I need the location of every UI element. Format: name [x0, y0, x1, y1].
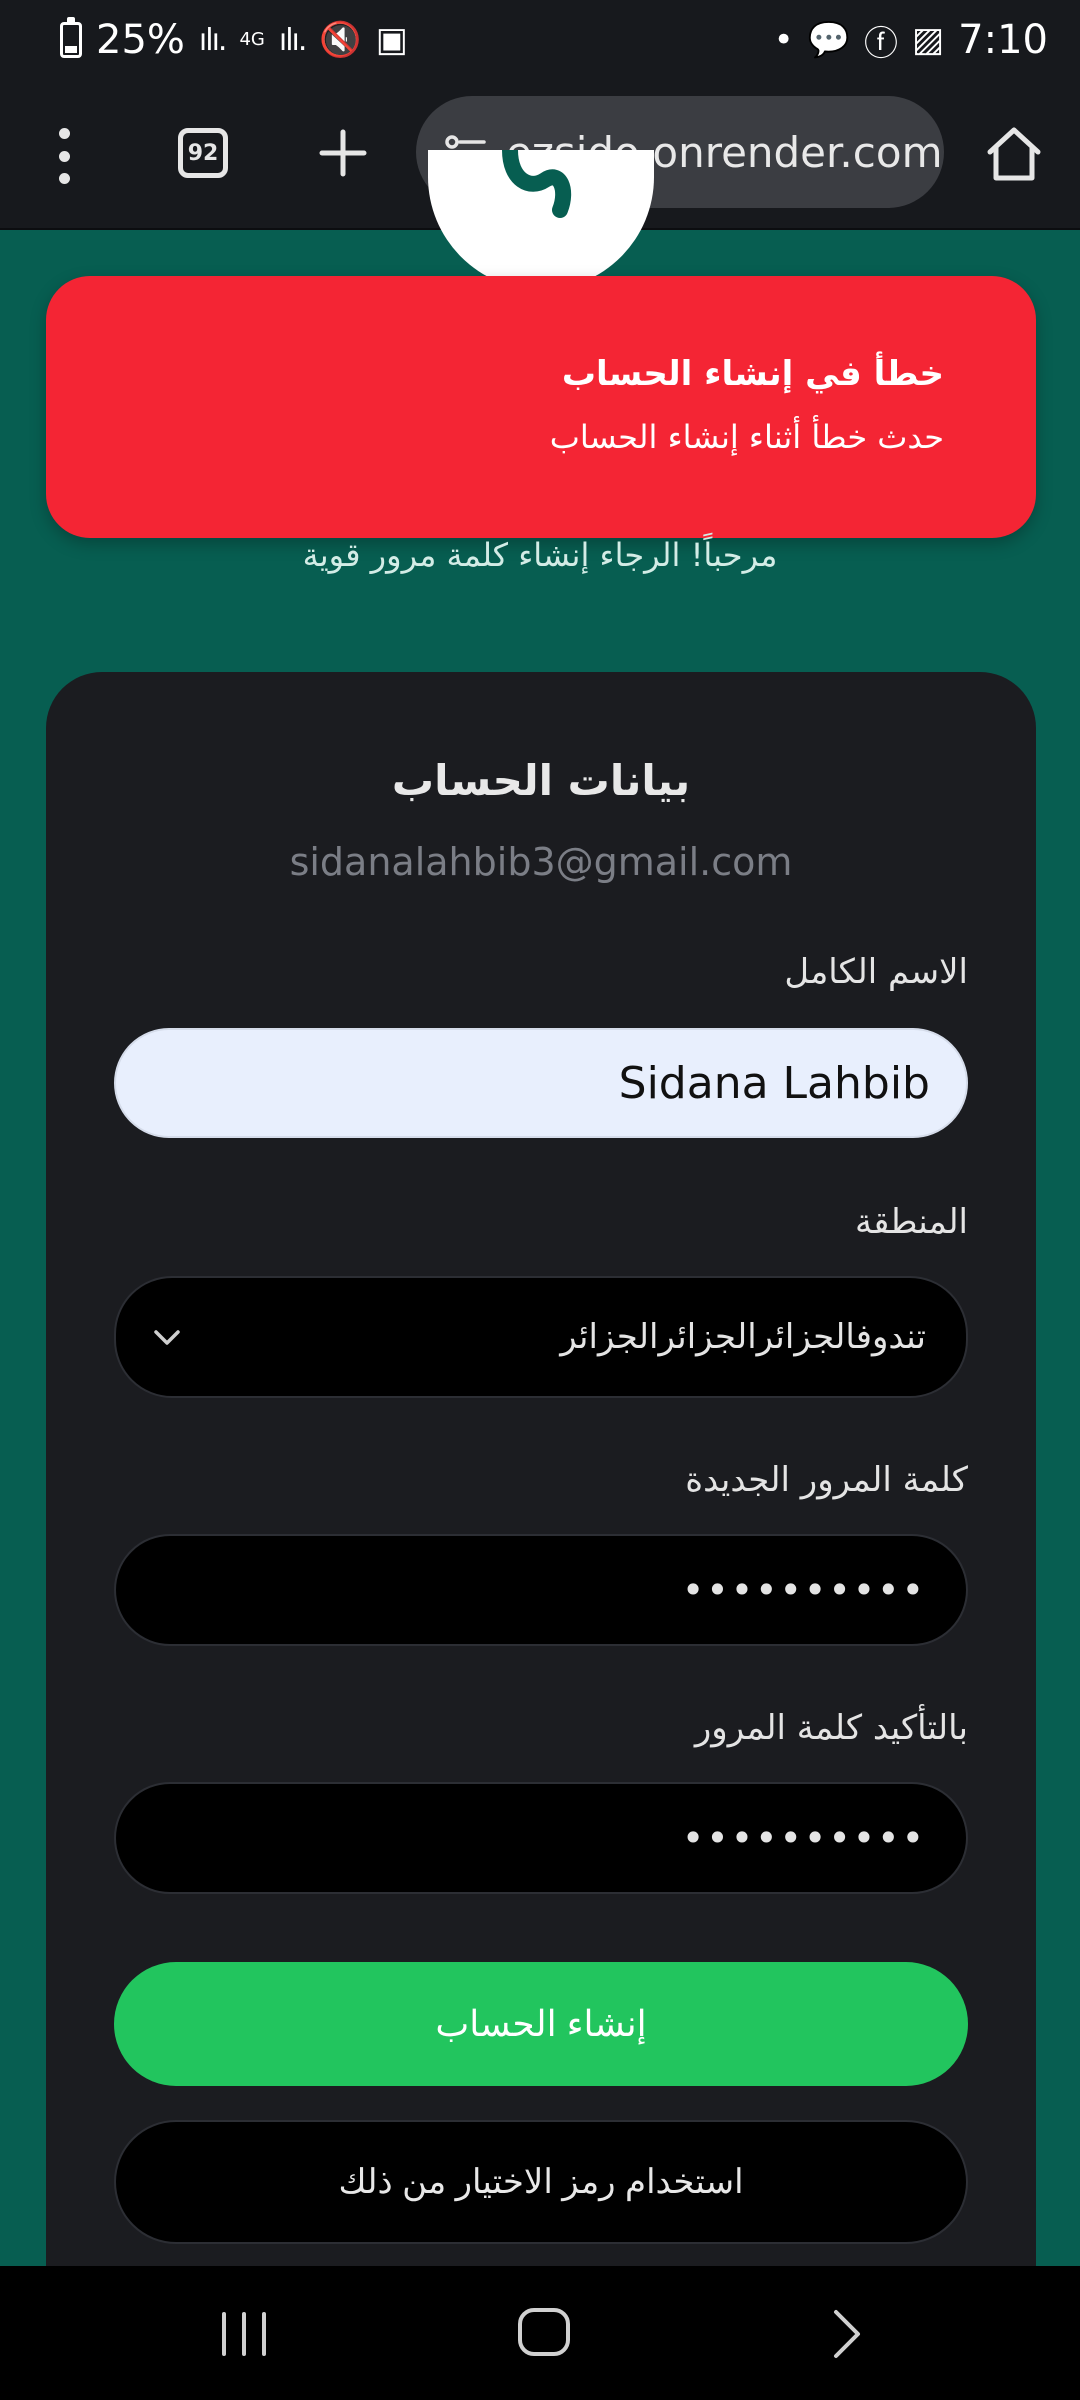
status-left: 25% ılı. 4G ılı. 🔇 ▣	[60, 17, 408, 63]
clock: 7:10	[958, 17, 1048, 63]
home-button-icon[interactable]	[514, 2302, 574, 2362]
region-value: تندوفالجزائرالجزائرالجزائر	[560, 1317, 926, 1357]
form-title: بيانات الحساب	[391, 756, 691, 805]
chevron-down-icon	[154, 1330, 180, 1345]
signal-icon: ılı.	[198, 22, 228, 58]
status-right: • 💬 ⓕ ▨ 7:10	[774, 16, 1048, 65]
signal-icon-2: ılı.	[278, 22, 308, 58]
account-email: sidanalahbib3@gmail.com	[289, 840, 793, 884]
new-tab-icon[interactable]	[318, 128, 368, 178]
logo-mark-icon	[502, 150, 572, 218]
network-type: 4G	[239, 29, 265, 50]
create-account-button[interactable]: إنشاء الحساب	[114, 1962, 968, 2086]
confirm-password-label: بالتأكيد كلمة المرور	[694, 1708, 968, 1748]
menu-icon[interactable]	[56, 128, 72, 184]
confirm-password-input[interactable]: ••••••••••	[114, 1782, 968, 1894]
back-icon[interactable]	[822, 2306, 870, 2362]
battery-icon	[60, 17, 82, 58]
full-name-input[interactable]: Sidana Lahbib	[114, 1028, 968, 1138]
mute-icon: 🔇	[319, 20, 362, 60]
battery-saver-icon: ▣	[375, 20, 408, 60]
error-message: حدث خطأ أثناء إنشاء الحساب	[549, 418, 944, 456]
gallery-icon: ▨	[912, 20, 945, 60]
new-password-input[interactable]: ••••••••••	[114, 1534, 968, 1646]
notification-dot-icon: •	[773, 20, 794, 60]
facebook-icon: ⓕ	[864, 23, 899, 64]
account-form-card: بيانات الحساب sidanalahbib3@gmail.com ال…	[46, 672, 1036, 2272]
region-select[interactable]: تندوفالجزائرالجزائرالجزائر	[114, 1276, 968, 1398]
region-label: المنطقة	[854, 1202, 968, 1242]
full-name-label: الاسم الكامل	[784, 952, 968, 992]
error-title: خطأ في إنشاء الحساب	[561, 354, 944, 394]
status-bar: 25% ılı. 4G ılı. 🔇 ▣ • 💬 ⓕ ▨ 7:10	[0, 0, 1080, 80]
battery-level: 25%	[96, 17, 185, 63]
system-nav-bar	[0, 2266, 1080, 2400]
app-logo	[428, 150, 654, 290]
new-password-label: كلمة المرور الجديدة	[685, 1460, 968, 1500]
welcome-text: مرحباً! الرجاء إنشاء كلمة مرور قوية	[302, 536, 778, 574]
error-toast: خطأ في إنشاء الحساب حدث خطأ أثناء إنشاء …	[46, 276, 1036, 538]
tab-switcher-button[interactable]: 92	[178, 128, 228, 178]
recent-apps-icon[interactable]	[216, 2306, 272, 2362]
chat-icon: 💬	[807, 20, 851, 60]
alternative-option-button[interactable]: استخدام رمز الاختيار من ذلك	[114, 2120, 968, 2244]
home-icon[interactable]	[984, 124, 1044, 184]
